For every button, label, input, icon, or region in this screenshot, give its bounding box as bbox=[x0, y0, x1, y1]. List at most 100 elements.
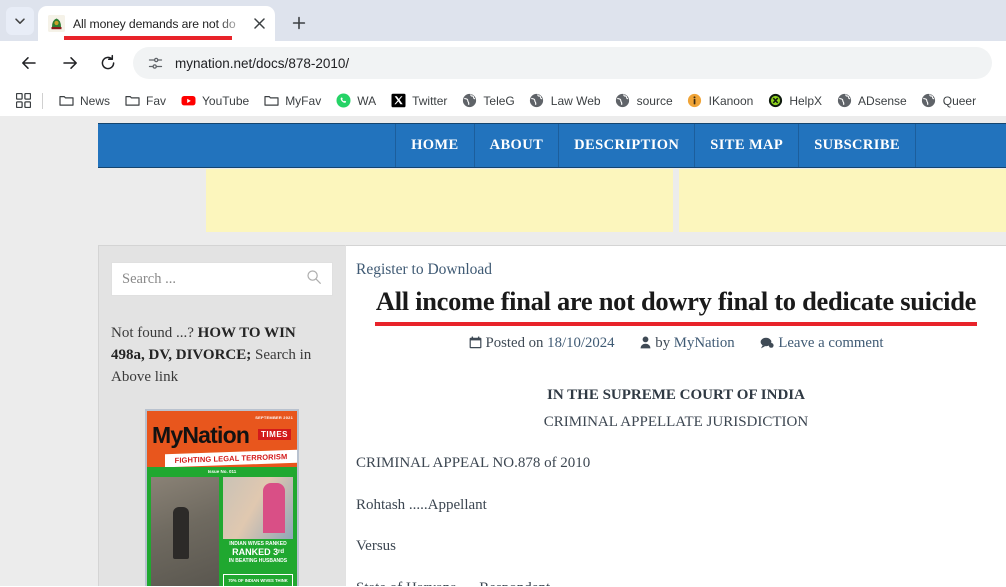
magazine-logo: MyNation bbox=[152, 422, 250, 449]
bookmark-label: WA bbox=[357, 93, 377, 108]
search-icon[interactable] bbox=[306, 269, 322, 290]
helpx-icon bbox=[767, 93, 783, 109]
bookmark-label: HelpX bbox=[789, 93, 823, 108]
bookmark-myfav[interactable]: MyFav bbox=[256, 90, 328, 112]
by-label: by bbox=[655, 335, 671, 352]
posted-on-label: Posted on bbox=[485, 335, 544, 352]
article-content: Register to Download All income final ar… bbox=[345, 245, 1006, 586]
versus-line: Versus bbox=[356, 538, 396, 555]
browser-toolbar: mynation.net/docs/878-2010/ bbox=[0, 41, 1006, 85]
bookmark-label: Queer bbox=[942, 93, 977, 108]
site-container: HOME ABOUT DESCRIPTION SITE MAP SUBSCRIB… bbox=[98, 116, 1006, 586]
bookmark-source[interactable]: source bbox=[608, 90, 680, 112]
nav-item-about[interactable]: ABOUT bbox=[473, 124, 559, 167]
globe-icon bbox=[921, 93, 937, 109]
search-box[interactable] bbox=[111, 262, 333, 296]
magazine-cover-image[interactable]: SEPTEMBER 2021 MyNation TIMES FIGHTING L… bbox=[145, 409, 299, 586]
new-tab-button[interactable] bbox=[285, 9, 313, 37]
post-meta: Posted on 18/10/2024 by MyNation Leave a… bbox=[356, 335, 996, 354]
ad-banner-row bbox=[98, 168, 1006, 236]
page-viewport: HOME ABOUT DESCRIPTION SITE MAP SUBSCRIB… bbox=[0, 116, 1006, 586]
nav-item-site-map[interactable]: SITE MAP bbox=[694, 124, 798, 167]
ikanoon-icon bbox=[687, 93, 703, 109]
magazine-issue: Issue No. 011 bbox=[207, 469, 237, 475]
site-settings-icon[interactable] bbox=[147, 55, 169, 72]
nav-item-home[interactable]: HOME bbox=[395, 124, 474, 167]
browser-tab[interactable]: All money demands are not do bbox=[38, 6, 275, 41]
judgment-document: IN THE SUPREME COURT OF INDIA CRIMINAL A… bbox=[356, 384, 996, 586]
sidebar: Not found ...? HOW TO WIN 498a, DV, DIVO… bbox=[98, 245, 345, 586]
site-navigation: HOME ABOUT DESCRIPTION SITE MAP SUBSCRIB… bbox=[98, 123, 1006, 168]
leave-comment-link[interactable]: Leave a comment bbox=[778, 335, 883, 351]
nav-item-description[interactable]: DESCRIPTION bbox=[558, 124, 694, 167]
bookmark-youtube[interactable]: YouTube bbox=[173, 90, 256, 112]
post-author-link[interactable]: MyNation bbox=[674, 335, 735, 351]
url-text: mynation.net/docs/878-2010/ bbox=[175, 55, 350, 71]
bookmark-label: IKanoon bbox=[708, 93, 754, 108]
bookmark-helpx[interactable]: HelpX bbox=[760, 90, 829, 112]
tab-highlight-annotation bbox=[64, 36, 232, 40]
sidebar-note-prefix: Not found ...? bbox=[111, 325, 198, 341]
bookmark-ikanoon[interactable]: IKanoon bbox=[680, 90, 761, 112]
bookmark-news[interactable]: News bbox=[51, 90, 117, 112]
back-button[interactable] bbox=[14, 48, 44, 78]
bookmark-label: News bbox=[80, 93, 111, 108]
post-date-meta: Posted on 18/10/2024 bbox=[469, 335, 615, 354]
register-to-download-link[interactable]: Register to Download bbox=[356, 261, 492, 279]
title-underline-rule bbox=[375, 322, 977, 327]
nav-trailing-block bbox=[915, 124, 1006, 167]
bookmark-fav[interactable]: Fav bbox=[117, 90, 173, 112]
ad-slot-left[interactable] bbox=[206, 169, 673, 232]
bookmark-twitter[interactable]: Twitter bbox=[383, 90, 454, 112]
tab-search-chevron-icon[interactable] bbox=[6, 7, 34, 35]
page-title: All income final are not dowry final to … bbox=[375, 286, 977, 316]
bookmarks-divider bbox=[42, 92, 43, 109]
whatsapp-icon bbox=[335, 93, 351, 109]
apps-grid-icon[interactable] bbox=[12, 90, 34, 112]
appellant-line: Rohtash .....Appellant bbox=[356, 496, 487, 513]
tab-strip: All money demands are not do bbox=[0, 0, 1006, 41]
ad-slot-right[interactable] bbox=[679, 169, 1006, 232]
user-icon bbox=[640, 336, 651, 354]
close-icon[interactable] bbox=[249, 14, 269, 34]
magazine-masthead: SEPTEMBER 2021 MyNation TIMES FIGHTING L… bbox=[147, 411, 297, 468]
bookmark-queer[interactable]: Queer bbox=[914, 90, 983, 112]
globe-icon bbox=[461, 93, 477, 109]
bookmark-law-web[interactable]: Law Web bbox=[522, 90, 608, 112]
youtube-icon bbox=[180, 93, 196, 109]
twitter-x-icon bbox=[390, 93, 406, 109]
address-bar[interactable]: mynation.net/docs/878-2010/ bbox=[133, 47, 992, 79]
bookmark-label: source bbox=[636, 93, 673, 108]
bookmark-label: TeleG bbox=[483, 93, 515, 108]
magazine-body: NO PUNISHMENT FOR VIOLENCE ON MEN INDIAN… bbox=[151, 477, 293, 586]
magazine-badge: TIMES bbox=[258, 429, 291, 441]
sidebar-note: Not found ...? HOW TO WIN 498a, DV, DIVO… bbox=[111, 323, 333, 388]
bookmark-wa[interactable]: WA bbox=[328, 90, 383, 112]
respondent-line: State of Haryana .....Respondent bbox=[356, 577, 996, 586]
content-columns: Not found ...? HOW TO WIN 498a, DV, DIVO… bbox=[98, 236, 1006, 586]
folder-icon bbox=[263, 93, 279, 109]
search-input[interactable] bbox=[122, 270, 306, 288]
appeal-number: CRIMINAL APPEAL NO.878 of 2010 bbox=[356, 455, 591, 472]
bookmark-label: YouTube bbox=[202, 93, 250, 108]
jurisdiction-heading: CRIMINAL APPELLATE JURISDICTION bbox=[543, 413, 809, 430]
bookmark-label: Fav bbox=[146, 93, 167, 108]
magazine-photo-right bbox=[223, 477, 293, 540]
reload-button[interactable] bbox=[93, 48, 123, 78]
ad-row-gutter bbox=[98, 169, 206, 236]
bookmark-label: Law Web bbox=[550, 93, 601, 108]
magazine-strapline: FIGHTING LEGAL TERRORISM bbox=[165, 449, 297, 468]
globe-icon bbox=[529, 93, 545, 109]
magazine-date: SEPTEMBER 2021 bbox=[255, 415, 293, 421]
court-heading: IN THE SUPREME COURT OF INDIA bbox=[547, 387, 805, 404]
bookmark-label: Twitter bbox=[412, 93, 448, 108]
bookmark-label: ADsense bbox=[858, 93, 907, 108]
bookmarks-bar: News Fav YouTube MyFav WA Twitter TeleG … bbox=[0, 85, 1006, 116]
bookmark-teleg[interactable]: TeleG bbox=[454, 90, 521, 112]
forward-button[interactable] bbox=[55, 48, 85, 78]
bookmark-adsense[interactable]: ADsense bbox=[829, 90, 914, 112]
browser-chrome: All money demands are not do mynation.ne… bbox=[0, 0, 1006, 116]
nav-item-subscribe[interactable]: SUBSCRIBE bbox=[798, 124, 915, 167]
post-date-link[interactable]: 18/10/2024 bbox=[547, 335, 614, 351]
